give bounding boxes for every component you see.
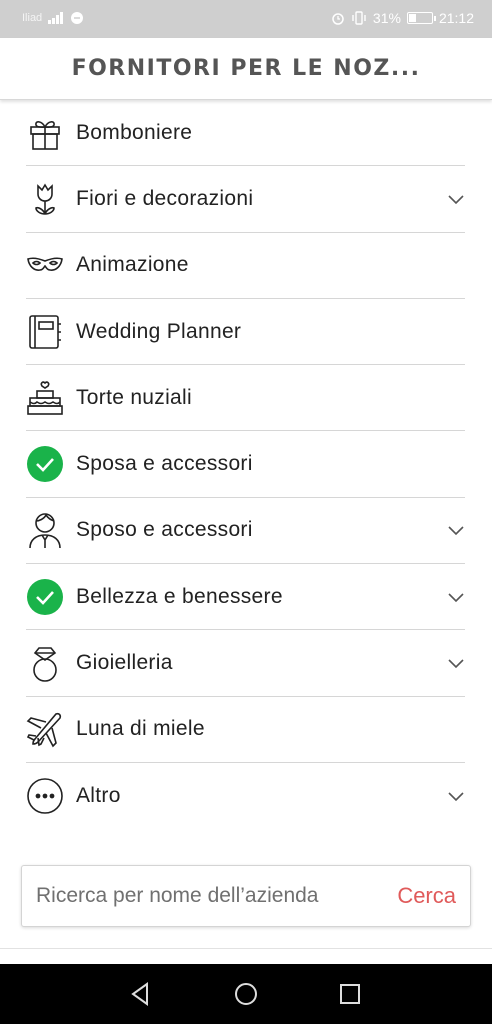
carrier-label: Iliad bbox=[22, 12, 43, 24]
status-left: Iliad bbox=[22, 11, 84, 25]
page-title: FORNITORI PER LE NOZ... bbox=[71, 56, 421, 81]
chevron-down-icon[interactable] bbox=[447, 522, 465, 538]
check-icon bbox=[26, 578, 64, 616]
category-gioielleria[interactable]: Gioielleria bbox=[26, 630, 465, 697]
mask-icon bbox=[26, 246, 64, 284]
alarm-icon bbox=[332, 13, 344, 25]
search-button[interactable]: Cerca bbox=[397, 883, 456, 909]
category-label: Luna di miele bbox=[76, 717, 205, 741]
navigation-bar bbox=[0, 964, 492, 1024]
category-label: Altro bbox=[76, 784, 121, 808]
groom-icon bbox=[26, 511, 64, 549]
category-bellezza-e-benessere[interactable]: Bellezza e benessere bbox=[26, 564, 465, 631]
category-sposa-e-accessori[interactable]: Sposa e accessori bbox=[26, 431, 465, 498]
signal-icon bbox=[48, 12, 64, 24]
check-icon bbox=[26, 445, 64, 483]
category-altro[interactable]: Altro bbox=[26, 763, 465, 829]
plane-icon bbox=[26, 710, 64, 748]
recents-icon[interactable] bbox=[336, 980, 364, 1008]
status-right: 31% 21:12 bbox=[331, 10, 474, 26]
category-label: Sposo e accessori bbox=[76, 518, 253, 542]
gift-icon bbox=[26, 114, 64, 152]
chevron-down-icon[interactable] bbox=[447, 788, 465, 804]
planner-icon bbox=[26, 313, 64, 351]
category-label: Bellezza e benessere bbox=[76, 584, 283, 608]
clock: 21:12 bbox=[438, 10, 474, 26]
vibrate-icon bbox=[352, 11, 366, 25]
company-search-box: Cerca bbox=[21, 865, 471, 927]
category-label: Bomboniere bbox=[76, 120, 193, 144]
category-label: Animazione bbox=[76, 253, 189, 277]
status-bar: Iliad 31% 21:12 bbox=[0, 0, 492, 38]
chevron-down-icon[interactable] bbox=[447, 589, 465, 605]
category-fiori-e-decorazioni[interactable]: Fiori e decorazioni bbox=[26, 166, 465, 233]
divider bbox=[0, 948, 492, 949]
category-wedding-planner[interactable]: Wedding Planner bbox=[26, 299, 465, 366]
category-luna-di-miele[interactable]: Luna di miele bbox=[26, 697, 465, 763]
ring-icon bbox=[26, 644, 64, 682]
chevron-down-icon[interactable] bbox=[447, 191, 465, 207]
tulip-icon bbox=[26, 180, 64, 218]
category-label: Fiori e decorazioni bbox=[76, 186, 254, 210]
category-label: Sposa e accessori bbox=[76, 452, 253, 476]
category-bomboniere[interactable]: Bomboniere bbox=[26, 100, 465, 167]
title-bar: FORNITORI PER LE NOZ... bbox=[0, 38, 492, 100]
more-icon bbox=[26, 777, 64, 815]
battery-percent: 31% bbox=[372, 10, 401, 26]
cake-icon bbox=[26, 379, 64, 417]
category-label: Gioielleria bbox=[76, 651, 173, 675]
chevron-down-icon[interactable] bbox=[447, 655, 465, 671]
notification-icon bbox=[71, 12, 84, 24]
category-list: Bomboniere Fiori e decorazioni Animazion… bbox=[26, 100, 465, 829]
category-sposo-e-accessori[interactable]: Sposo e accessori bbox=[26, 498, 465, 565]
battery-icon bbox=[406, 12, 436, 24]
category-torte-nuziali[interactable]: Torte nuziali bbox=[26, 365, 465, 432]
category-label: Wedding Planner bbox=[76, 319, 242, 343]
category-label: Torte nuziali bbox=[76, 385, 192, 409]
search-input[interactable] bbox=[22, 884, 352, 908]
home-icon[interactable] bbox=[232, 980, 260, 1008]
back-icon[interactable] bbox=[127, 980, 155, 1008]
category-animazione[interactable]: Animazione bbox=[26, 233, 465, 299]
